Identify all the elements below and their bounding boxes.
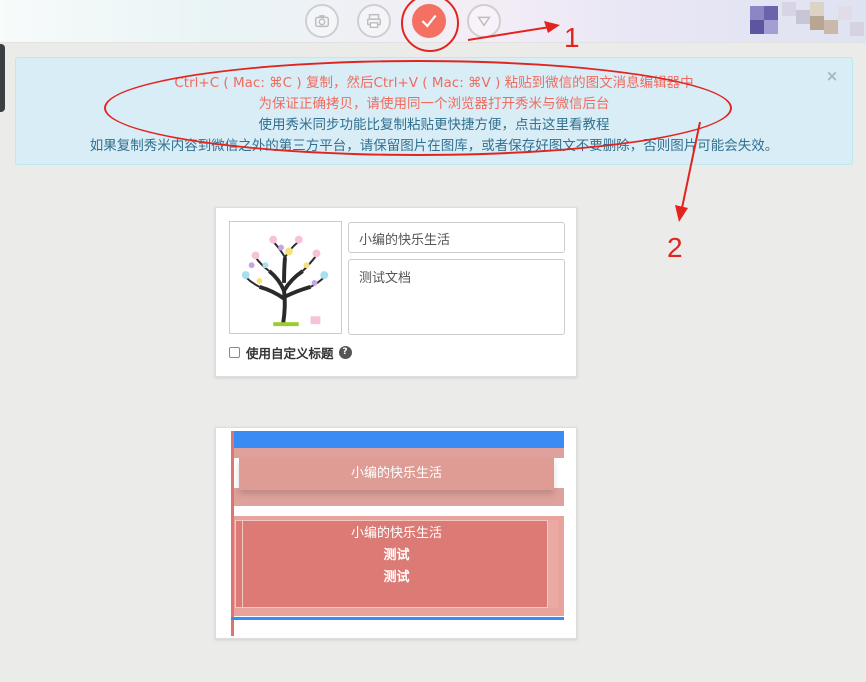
- cover-image[interactable]: [229, 221, 342, 334]
- help-icon[interactable]: ?: [338, 346, 352, 359]
- article-digest-textarea[interactable]: 测试文档: [348, 259, 565, 335]
- top-toolbar: [0, 0, 866, 52]
- print-tool-button[interactable]: [357, 4, 391, 38]
- preview-body: 小编的快乐生活 测试 测试: [235, 520, 558, 608]
- camera-tool-button[interactable]: [305, 4, 339, 38]
- annotation-circle: [401, 0, 459, 52]
- preview-body-border-right: [547, 520, 558, 608]
- camera-icon: [314, 15, 330, 28]
- preview-body-border-left: [235, 520, 243, 608]
- article-editor-card: 小编的快乐生活 测试文档 使用自定义标题 ?: [215, 207, 577, 377]
- preview-body-line: 测试: [383, 548, 410, 563]
- preview-header-title: 小编的快乐生活: [239, 458, 554, 490]
- preview-left-stripe: [231, 431, 234, 636]
- close-icon[interactable]: ×: [824, 68, 840, 84]
- print-icon: [366, 13, 382, 29]
- article-title-input[interactable]: 小编的快乐生活: [348, 222, 565, 253]
- preview-header-notch-right: [554, 458, 564, 488]
- annotation-arrow-1: [467, 21, 560, 41]
- custom-title-checkbox[interactable]: [229, 347, 240, 358]
- side-tab[interactable]: [0, 44, 5, 112]
- annotation-label-1: 1: [564, 22, 580, 53]
- article-preview: 小编的快乐生活 小编的快乐生活 测试 测试: [215, 427, 577, 639]
- avatar-mosaic[interactable]: [748, 0, 866, 42]
- annotation-label-2: 2: [667, 232, 683, 263]
- custom-title-label[interactable]: 使用自定义标题: [246, 343, 334, 362]
- tree-illustration-icon: [241, 235, 329, 327]
- custom-title-option: 使用自定义标题 ?: [229, 343, 352, 362]
- preview-top-bar: [231, 431, 564, 448]
- annotation-ellipse: [104, 60, 732, 156]
- preview-body-line: 小编的快乐生活: [350, 526, 442, 541]
- preview-bottom-bar: [231, 617, 564, 620]
- preview-body-line: 测试: [383, 570, 410, 585]
- annotation-arrow-2: [675, 121, 701, 222]
